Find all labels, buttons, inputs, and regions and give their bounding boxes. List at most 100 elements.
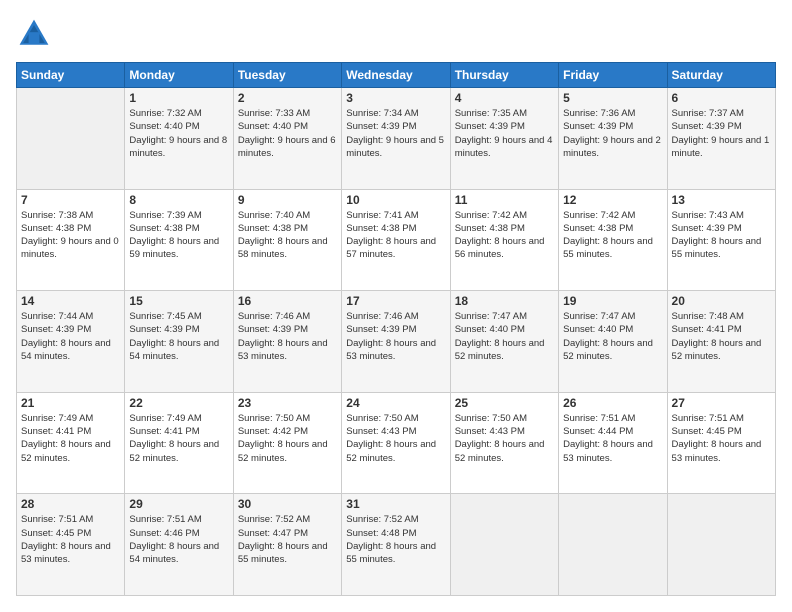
calendar-week-row: 7 Sunrise: 7:38 AMSunset: 4:38 PMDaylight…	[17, 189, 776, 291]
calendar-cell: 20Sunrise: 7:48 AMSunset: 4:41 PMDayligh…	[667, 291, 775, 393]
day-number: 11	[455, 193, 554, 207]
calendar-week-row: 21 Sunrise: 7:49 AMSunset: 4:41 PMDayligh…	[17, 392, 776, 494]
calendar-week-row: 28 Sunrise: 7:51 AMSunset: 4:45 PMDayligh…	[17, 494, 776, 596]
day-info: Sunrise: 7:43 AMSunset: 4:39 PMDaylight:…	[672, 209, 771, 262]
calendar-cell	[450, 494, 558, 596]
calendar-cell: 29 Sunrise: 7:51 AMSunset: 4:46 PMDayligh…	[125, 494, 233, 596]
header	[16, 16, 776, 52]
page: SundayMondayTuesdayWednesdayThursdayFrid…	[0, 0, 792, 612]
day-number: 2	[238, 91, 337, 105]
calendar-cell: 7 Sunrise: 7:38 AMSunset: 4:38 PMDaylight…	[17, 189, 125, 291]
day-info: Sunrise: 7:48 AMSunset: 4:41 PMDaylight:…	[672, 310, 771, 363]
calendar-cell: 25 Sunrise: 7:50 AMSunset: 4:43 PMDayligh…	[450, 392, 558, 494]
day-info: Sunrise: 7:46 AMSunset: 4:39 PMDaylight:…	[238, 310, 337, 363]
calendar-cell: 17Sunrise: 7:46 AMSunset: 4:39 PMDayligh…	[342, 291, 450, 393]
day-info: Sunrise: 7:51 AMSunset: 4:45 PMDaylight:…	[21, 513, 120, 566]
calendar-cell: 11Sunrise: 7:42 AMSunset: 4:38 PMDayligh…	[450, 189, 558, 291]
calendar-cell: 19 Sunrise: 7:47 AMSunset: 4:40 PMDayligh…	[559, 291, 667, 393]
calendar-header-row: SundayMondayTuesdayWednesdayThursdayFrid…	[17, 63, 776, 88]
day-number: 3	[346, 91, 445, 105]
day-info: Sunrise: 7:51 AMSunset: 4:45 PMDaylight:…	[672, 412, 771, 465]
day-info: Sunrise: 7:49 AMSunset: 4:41 PMDaylight:…	[129, 412, 228, 465]
calendar-cell: 15 Sunrise: 7:45 AMSunset: 4:39 PMDayligh…	[125, 291, 233, 393]
calendar-cell: 16 Sunrise: 7:46 AMSunset: 4:39 PMDayligh…	[233, 291, 341, 393]
day-number: 21	[21, 396, 120, 410]
day-info: Sunrise: 7:33 AMSunset: 4:40 PMDaylight:…	[238, 107, 337, 160]
generalblue-logo-icon	[16, 16, 52, 52]
calendar-cell: 12 Sunrise: 7:42 AMSunset: 4:38 PMDayligh…	[559, 189, 667, 291]
day-number: 27	[672, 396, 771, 410]
day-info: Sunrise: 7:50 AMSunset: 4:43 PMDaylight:…	[346, 412, 445, 465]
weekday-header: Thursday	[450, 63, 558, 88]
calendar-cell: 5 Sunrise: 7:36 AMSunset: 4:39 PMDaylight…	[559, 88, 667, 190]
day-number: 4	[455, 91, 554, 105]
day-number: 26	[563, 396, 662, 410]
day-info: Sunrise: 7:47 AMSunset: 4:40 PMDaylight:…	[455, 310, 554, 363]
day-number: 23	[238, 396, 337, 410]
weekday-header: Monday	[125, 63, 233, 88]
calendar-cell: 24 Sunrise: 7:50 AMSunset: 4:43 PMDayligh…	[342, 392, 450, 494]
day-number: 30	[238, 497, 337, 511]
calendar-cell: 6Sunrise: 7:37 AMSunset: 4:39 PMDaylight…	[667, 88, 775, 190]
calendar-cell: 18 Sunrise: 7:47 AMSunset: 4:40 PMDayligh…	[450, 291, 558, 393]
day-number: 16	[238, 294, 337, 308]
day-info: Sunrise: 7:39 AMSunset: 4:38 PMDaylight:…	[129, 209, 228, 262]
day-number: 29	[129, 497, 228, 511]
day-number: 10	[346, 193, 445, 207]
day-info: Sunrise: 7:45 AMSunset: 4:39 PMDaylight:…	[129, 310, 228, 363]
day-info: Sunrise: 7:34 AMSunset: 4:39 PMDaylight:…	[346, 107, 445, 160]
calendar-cell: 1 Sunrise: 7:32 AMSunset: 4:40 PMDaylight…	[125, 88, 233, 190]
weekday-header: Sunday	[17, 63, 125, 88]
day-info: Sunrise: 7:50 AMSunset: 4:43 PMDaylight:…	[455, 412, 554, 465]
day-info: Sunrise: 7:32 AMSunset: 4:40 PMDaylight:…	[129, 107, 228, 160]
day-number: 22	[129, 396, 228, 410]
calendar-cell: 4Sunrise: 7:35 AMSunset: 4:39 PMDaylight…	[450, 88, 558, 190]
weekday-header: Wednesday	[342, 63, 450, 88]
day-info: Sunrise: 7:36 AMSunset: 4:39 PMDaylight:…	[563, 107, 662, 160]
weekday-header: Friday	[559, 63, 667, 88]
calendar-cell: 21 Sunrise: 7:49 AMSunset: 4:41 PMDayligh…	[17, 392, 125, 494]
calendar-cell: 23 Sunrise: 7:50 AMSunset: 4:42 PMDayligh…	[233, 392, 341, 494]
weekday-header: Tuesday	[233, 63, 341, 88]
calendar-table: SundayMondayTuesdayWednesdayThursdayFrid…	[16, 62, 776, 596]
day-number: 18	[455, 294, 554, 308]
day-info: Sunrise: 7:46 AMSunset: 4:39 PMDaylight:…	[346, 310, 445, 363]
calendar-cell	[559, 494, 667, 596]
day-number: 19	[563, 294, 662, 308]
day-number: 7	[21, 193, 120, 207]
day-info: Sunrise: 7:47 AMSunset: 4:40 PMDaylight:…	[563, 310, 662, 363]
day-number: 15	[129, 294, 228, 308]
day-number: 28	[21, 497, 120, 511]
day-info: Sunrise: 7:51 AMSunset: 4:46 PMDaylight:…	[129, 513, 228, 566]
calendar-cell: 26Sunrise: 7:51 AMSunset: 4:44 PMDayligh…	[559, 392, 667, 494]
calendar-cell: 8Sunrise: 7:39 AMSunset: 4:38 PMDaylight…	[125, 189, 233, 291]
day-info: Sunrise: 7:49 AMSunset: 4:41 PMDaylight:…	[21, 412, 120, 465]
calendar-cell: 2 Sunrise: 7:33 AMSunset: 4:40 PMDaylight…	[233, 88, 341, 190]
day-number: 9	[238, 193, 337, 207]
day-info: Sunrise: 7:50 AMSunset: 4:42 PMDaylight:…	[238, 412, 337, 465]
day-info: Sunrise: 7:52 AMSunset: 4:48 PMDaylight:…	[346, 513, 445, 566]
day-info: Sunrise: 7:44 AMSunset: 4:39 PMDaylight:…	[21, 310, 120, 363]
calendar-cell: 28 Sunrise: 7:51 AMSunset: 4:45 PMDayligh…	[17, 494, 125, 596]
calendar-cell: 9 Sunrise: 7:40 AMSunset: 4:38 PMDaylight…	[233, 189, 341, 291]
calendar-cell: 3 Sunrise: 7:34 AMSunset: 4:39 PMDaylight…	[342, 88, 450, 190]
calendar-cell: 31 Sunrise: 7:52 AMSunset: 4:48 PMDayligh…	[342, 494, 450, 596]
calendar-week-row: 14 Sunrise: 7:44 AMSunset: 4:39 PMDayligh…	[17, 291, 776, 393]
day-number: 25	[455, 396, 554, 410]
day-number: 24	[346, 396, 445, 410]
day-number: 14	[21, 294, 120, 308]
day-number: 5	[563, 91, 662, 105]
day-number: 1	[129, 91, 228, 105]
day-number: 12	[563, 193, 662, 207]
day-info: Sunrise: 7:42 AMSunset: 4:38 PMDaylight:…	[563, 209, 662, 262]
day-info: Sunrise: 7:37 AMSunset: 4:39 PMDaylight:…	[672, 107, 771, 160]
calendar-cell: 30 Sunrise: 7:52 AMSunset: 4:47 PMDayligh…	[233, 494, 341, 596]
day-number: 31	[346, 497, 445, 511]
logo	[16, 16, 56, 52]
day-info: Sunrise: 7:41 AMSunset: 4:38 PMDaylight:…	[346, 209, 445, 262]
day-info: Sunrise: 7:38 AMSunset: 4:38 PMDaylight:…	[21, 209, 120, 262]
day-info: Sunrise: 7:52 AMSunset: 4:47 PMDaylight:…	[238, 513, 337, 566]
day-info: Sunrise: 7:40 AMSunset: 4:38 PMDaylight:…	[238, 209, 337, 262]
calendar-cell: 14 Sunrise: 7:44 AMSunset: 4:39 PMDayligh…	[17, 291, 125, 393]
calendar-cell: 27 Sunrise: 7:51 AMSunset: 4:45 PMDayligh…	[667, 392, 775, 494]
